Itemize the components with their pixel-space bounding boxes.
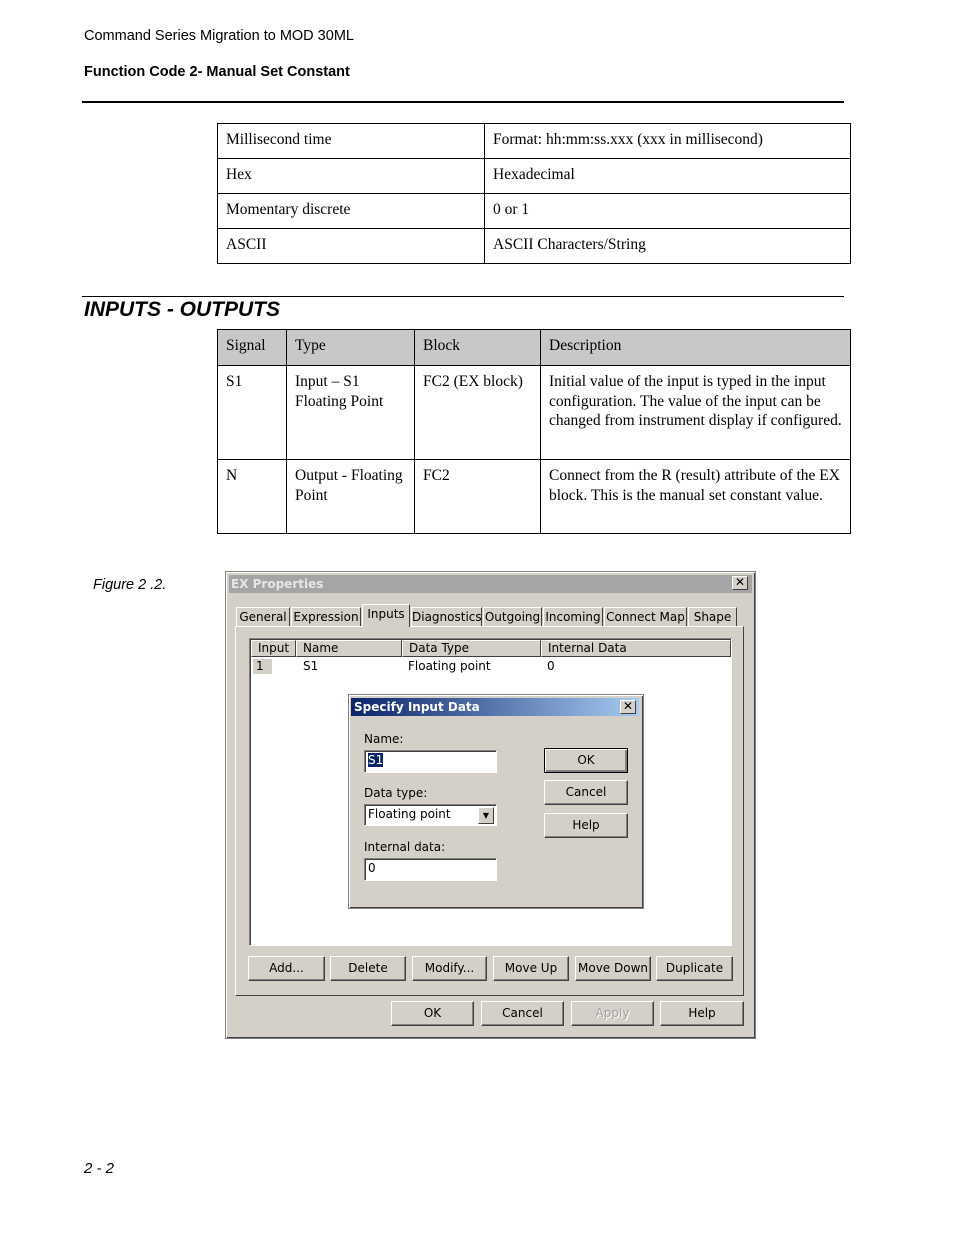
input-internal-data: 0 bbox=[547, 659, 555, 673]
name-input-value: S1 bbox=[368, 753, 384, 767]
tab-connect-map[interactable]: Connect Map bbox=[604, 607, 687, 626]
tab-shape[interactable]: Shape bbox=[688, 607, 737, 626]
tab-expression[interactable]: Expression bbox=[291, 607, 361, 626]
type-cell: Input – S1 Floating Point bbox=[286, 365, 415, 460]
tab-incoming[interactable]: Incoming bbox=[543, 607, 603, 626]
column-header-input[interactable]: Input bbox=[251, 640, 296, 657]
table-row: N Output - Floating Point FC2 Connect fr… bbox=[217, 459, 851, 534]
data-type-select[interactable]: Floating point ▼ bbox=[364, 804, 497, 826]
help-button[interactable]: Help bbox=[660, 1001, 744, 1026]
signal-cell: S1 bbox=[217, 365, 287, 460]
io-table: Signal Type Block Description S1 Input –… bbox=[217, 329, 851, 534]
type-name: Millisecond time bbox=[217, 123, 485, 159]
modify-button[interactable]: Modify... bbox=[412, 956, 487, 981]
delete-button[interactable]: Delete bbox=[330, 956, 406, 981]
type-format: Format: hh:mm:ss.xxx (xxx in millisecond… bbox=[484, 123, 851, 159]
data-type-label: Data type: bbox=[364, 786, 428, 800]
cancel-button[interactable]: Cancel bbox=[481, 1001, 564, 1026]
move-up-button[interactable]: Move Up bbox=[493, 956, 569, 981]
io-section-title: INPUTS - OUTPUTS bbox=[84, 298, 281, 321]
description-cell: Connect from the R (result) attribute of… bbox=[540, 459, 851, 534]
window-title: EX Properties bbox=[231, 577, 324, 591]
dialog-cancel-button[interactable]: Cancel bbox=[544, 780, 628, 805]
tab-outgoing[interactable]: Outgoing bbox=[483, 607, 542, 626]
table-row: Hex Hexadecimal bbox=[217, 158, 851, 194]
table-row: Millisecond time Format: hh:mm:ss.xxx (xx… bbox=[217, 123, 851, 159]
apply-button[interactable]: Apply bbox=[571, 1001, 654, 1026]
input-data-type: Floating point bbox=[408, 659, 491, 673]
name-label: Name: bbox=[364, 732, 404, 746]
name-input[interactable]: S1 bbox=[364, 750, 497, 773]
dialog-ok-button[interactable]: OK bbox=[544, 748, 628, 773]
internal-data-value: 0 bbox=[368, 861, 376, 875]
header-divider bbox=[82, 101, 844, 103]
type-name: Hex bbox=[217, 158, 485, 194]
tab-diagnostics[interactable]: Diagnostics bbox=[411, 607, 482, 626]
chevron-down-icon[interactable]: ▼ bbox=[478, 807, 494, 824]
column-header-data-type[interactable]: Data Type bbox=[402, 640, 541, 657]
section-divider bbox=[82, 296, 844, 297]
internal-data-label: Internal data: bbox=[364, 840, 446, 854]
table-row: S1 Input – S1 Floating Point FC2 (EX blo… bbox=[217, 365, 851, 460]
tab-general[interactable]: General bbox=[236, 607, 290, 626]
window-title-bar: EX Properties bbox=[229, 575, 752, 593]
input-number: 1 bbox=[253, 659, 272, 674]
internal-data-input[interactable]: 0 bbox=[364, 858, 497, 881]
description-cell: Initial value of the input is typed in t… bbox=[540, 365, 851, 460]
figure-caption: Figure 2 .2. bbox=[93, 577, 167, 593]
column-header: Signal bbox=[217, 329, 287, 366]
column-header-internal-data[interactable]: Internal Data bbox=[541, 640, 731, 657]
signal-cell: N bbox=[217, 459, 287, 534]
data-types-table: Millisecond time Format: hh:mm:ss.xxx (xx… bbox=[217, 123, 851, 264]
dialog-help-button[interactable]: Help bbox=[544, 813, 628, 838]
type-cell: Output - Floating Point bbox=[286, 459, 415, 534]
add-button[interactable]: Add... bbox=[248, 956, 325, 981]
column-header: Type bbox=[286, 329, 415, 366]
dialog-close-icon[interactable]: ✕ bbox=[620, 700, 636, 714]
specify-input-data-dialog: Specify Input Data ✕ Name: S1 Data type:… bbox=[348, 694, 644, 909]
type-format: 0 or 1 bbox=[484, 193, 851, 229]
type-name: Momentary discrete bbox=[217, 193, 485, 229]
move-down-button[interactable]: Move Down bbox=[575, 956, 651, 981]
table-header-row: Signal Type Block Description bbox=[217, 329, 851, 366]
table-row: ASCII ASCII Characters/String bbox=[217, 228, 851, 264]
close-icon[interactable]: ✕ bbox=[732, 576, 748, 590]
dialog-title: Specify Input Data bbox=[354, 700, 480, 714]
block-cell: FC2 bbox=[414, 459, 541, 534]
type-format: ASCII Characters/String bbox=[484, 228, 851, 264]
ok-button[interactable]: OK bbox=[391, 1001, 474, 1026]
column-header: Block bbox=[414, 329, 541, 366]
dialog-title-bar: Specify Input Data bbox=[351, 698, 639, 716]
block-cell: FC2 (EX block) bbox=[414, 365, 541, 460]
input-name: S1 bbox=[303, 659, 319, 673]
column-header-name[interactable]: Name bbox=[296, 640, 402, 657]
tab-inputs[interactable]: Inputs bbox=[362, 604, 410, 627]
page-number: 2 - 2 bbox=[84, 1160, 115, 1177]
duplicate-button[interactable]: Duplicate bbox=[656, 956, 733, 981]
type-format: Hexadecimal bbox=[484, 158, 851, 194]
type-name: ASCII bbox=[217, 228, 485, 264]
data-type-value: Floating point bbox=[368, 807, 451, 821]
table-row: Momentary discrete 0 or 1 bbox=[217, 193, 851, 229]
section-header: Function Code 2- Manual Set Constant bbox=[84, 64, 350, 80]
document-title: Command Series Migration to MOD 30ML bbox=[84, 28, 354, 44]
column-header: Description bbox=[540, 329, 851, 366]
